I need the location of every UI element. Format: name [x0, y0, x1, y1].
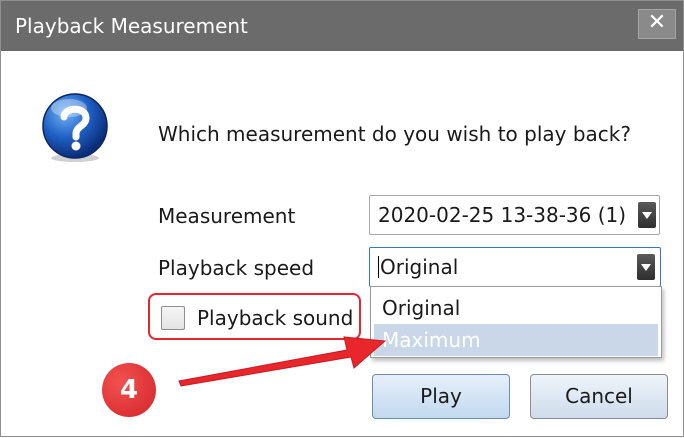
measurement-label: Measurement — [158, 204, 296, 228]
close-button[interactable]: ✕ — [638, 9, 676, 39]
close-icon: ✕ — [647, 10, 667, 35]
chevron-down-icon[interactable] — [638, 202, 656, 228]
dropdown-option-maximum[interactable]: Maximum — [374, 324, 658, 356]
chevron-down-icon[interactable] — [637, 254, 655, 280]
cancel-button[interactable]: Cancel — [530, 374, 668, 419]
question-icon — [42, 93, 108, 162]
playback-speed-label: Playback speed — [158, 256, 315, 280]
playback-measurement-dialog: Playback Measurement ✕ Which measurement… — [0, 0, 684, 437]
measurement-select-value: 2020-02-25 13-38-36 (1) — [378, 203, 627, 227]
playback-speed-dropdown: Original Maximum — [370, 286, 662, 358]
playback-sound-checkbox[interactable] — [161, 306, 185, 330]
dropdown-option-original[interactable]: Original — [374, 292, 658, 324]
playback-speed-select[interactable]: Original — [369, 247, 661, 287]
playback-sound-label[interactable]: Playback sound — [197, 305, 353, 331]
title-bar: Playback Measurement ✕ — [1, 1, 683, 51]
window-title: Playback Measurement — [15, 14, 248, 38]
step-number-badge: 4 — [102, 363, 156, 417]
playback-speed-select-value: Original — [378, 255, 459, 279]
play-button[interactable]: Play — [372, 374, 510, 419]
prompt-text: Which measurement do you wish to play ba… — [158, 122, 631, 146]
measurement-select[interactable]: 2020-02-25 13-38-36 (1) — [369, 195, 660, 235]
